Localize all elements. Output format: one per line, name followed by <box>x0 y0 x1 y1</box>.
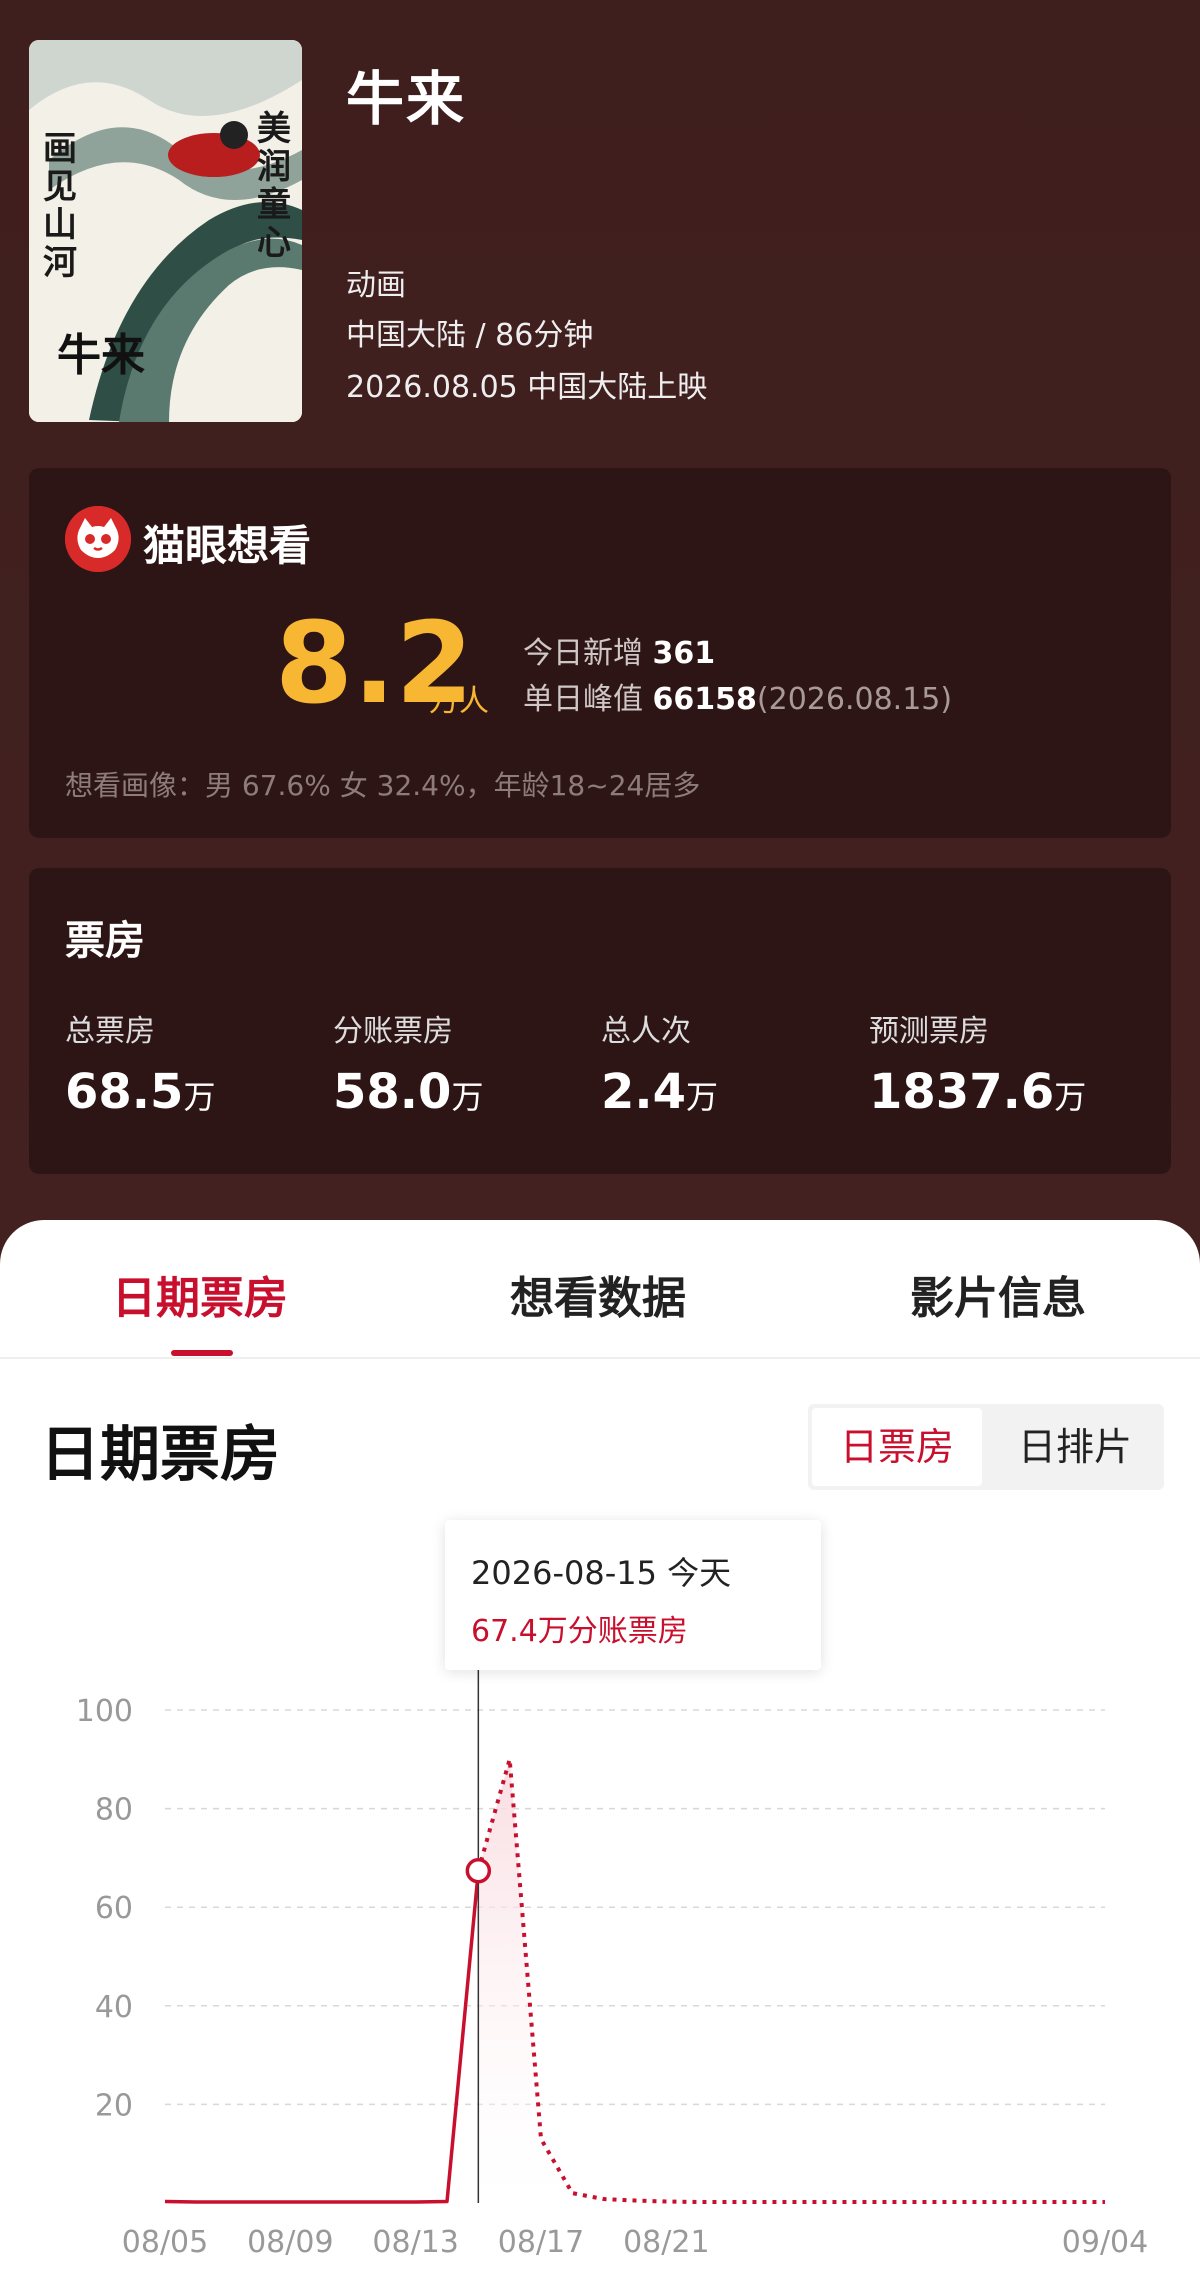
toggle-daily-screening[interactable]: 日排片 <box>986 1404 1164 1490</box>
boxoffice-unit: 万 <box>1054 1078 1087 1116</box>
boxoffice-value: 68.5万 <box>65 1064 215 1120</box>
boxoffice-label: 总票房 <box>65 1014 155 1049</box>
y-tick-label: 100 <box>76 1694 133 1729</box>
x-tick-label: 08/05 <box>122 2225 208 2260</box>
want-peak-line: 单日峰值 66158(2026.08.15) <box>523 674 952 718</box>
boxoffice-value: 1837.6万 <box>869 1064 1086 1120</box>
want-count-unit: 万人 <box>429 684 489 719</box>
tab-film-info[interactable]: 影片信息 <box>910 1262 1086 1326</box>
tooltip-value: 67.4万分账票房 <box>471 1614 688 1649</box>
boxoffice-unit: 万 <box>451 1078 484 1116</box>
want-peak-label: 单日峰值 <box>523 682 643 717</box>
tab-date-boxoffice[interactable]: 日期票房 <box>112 1262 288 1326</box>
boxoffice-number: 2.4 <box>601 1064 687 1120</box>
poster-title: 牛来 <box>57 330 145 381</box>
x-tick-label: 08/21 <box>623 2225 709 2260</box>
boxoffice-number: 58.0 <box>333 1064 452 1120</box>
movie-poster[interactable]: 美润童心 画见山河 牛来 <box>29 40 302 422</box>
movie-release: 2026.08.05 中国大陆上映 <box>346 370 708 405</box>
boxoffice-card[interactable]: 票房 总票房 68.5万 分账票房 58.0万 总人次 2.4万 预测票房 18… <box>29 868 1171 1174</box>
boxoffice-label: 预测票房 <box>869 1014 989 1049</box>
toggle-daily-boxoffice[interactable]: 日票房 <box>812 1408 982 1486</box>
want-portrait: 想看画像：男 67.6% 女 32.4%，年龄18~24居多 <box>65 769 701 802</box>
boxoffice-number: 68.5 <box>65 1064 184 1120</box>
want-title: 猫眼想看 <box>143 521 312 570</box>
tooltip-date: 2026-08-15 今天 <box>471 1554 732 1592</box>
series-area <box>478 1759 1105 2203</box>
chart-tooltip: 2026-08-15 今天 67.4万分账票房 <box>445 1520 821 1670</box>
boxoffice-total: 总票房 68.5万 <box>65 1006 215 1120</box>
boxoffice-split: 分账票房 58.0万 <box>333 1006 483 1120</box>
movie-region-duration: 中国大陆 / 86分钟 <box>346 318 594 353</box>
chart-mode-toggle: 日票房 日排片 <box>808 1404 1164 1490</box>
y-tick-label: 80 <box>95 1793 133 1828</box>
boxoffice-forecast: 预测票房 1837.6万 <box>869 1006 1086 1120</box>
y-tick-label: 60 <box>95 1891 133 1926</box>
want-today-value: 361 <box>652 636 716 671</box>
movie-genre: 动画 <box>346 268 406 303</box>
want-peak-date: (2026.08.15) <box>756 682 953 717</box>
movie-title: 牛来 <box>346 65 467 133</box>
want-today-label: 今日新增 <box>523 636 643 671</box>
x-tick-label: 08/17 <box>498 2225 584 2260</box>
x-tick-label: 08/09 <box>247 2225 333 2260</box>
want-peak-value: 66158 <box>652 682 757 717</box>
boxoffice-value: 58.0万 <box>333 1064 483 1120</box>
boxoffice-label: 总人次 <box>601 1014 691 1049</box>
boxoffice-value: 2.4万 <box>601 1064 718 1120</box>
boxoffice-number: 1837.6 <box>869 1064 1055 1120</box>
x-tick-label: 08/13 <box>372 2225 458 2260</box>
highlight-point <box>465 1857 492 1884</box>
boxoffice-title: 票房 <box>65 918 145 964</box>
poster-slogan-1: 美润童心 <box>257 109 291 263</box>
boxoffice-unit: 万 <box>183 1078 216 1116</box>
boxoffice-attendance: 总人次 2.4万 <box>601 1006 718 1120</box>
x-tick-label: 09/04 <box>1062 2225 1148 2260</box>
tab-active-indicator <box>171 1350 233 1356</box>
y-tick-label: 20 <box>95 2088 133 2123</box>
y-tick-label: 40 <box>95 1990 133 2025</box>
want-card[interactable]: 猫眼想看 8.2 万人 今日新增 361 单日峰值 66158(2026.08.… <box>29 468 1171 838</box>
section-title: 日期票房 <box>40 1420 280 1490</box>
boxoffice-unit: 万 <box>686 1078 719 1116</box>
boxoffice-label: 分账票房 <box>333 1014 453 1049</box>
series-line-actual <box>164 1870 481 2204</box>
poster-slogan-2: 画见山河 <box>43 129 77 283</box>
want-today-line: 今日新增 361 <box>523 628 715 672</box>
maoyan-cat-icon <box>65 506 131 572</box>
tab-divider <box>0 1357 1200 1359</box>
tab-want-data[interactable]: 想看数据 <box>510 1262 686 1326</box>
series-line-forecast <box>476 1757 1105 2205</box>
